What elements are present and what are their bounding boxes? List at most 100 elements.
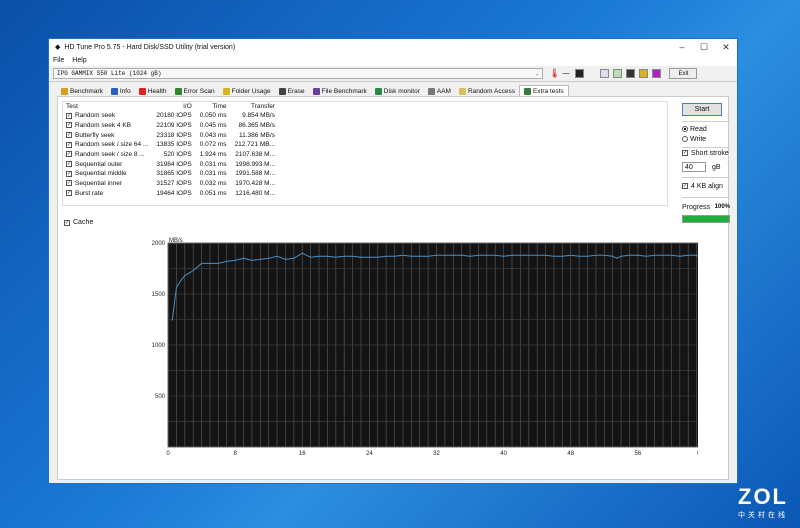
chevron-down-icon: ⌄ [535, 70, 539, 77]
y-tick-label: 1500 [152, 292, 166, 298]
checkbox-icon[interactable]: ✓ [66, 112, 72, 119]
tab-error-scan[interactable]: Error Scan [171, 87, 219, 95]
y-axis-unit: MB/s [169, 238, 183, 244]
maximize-button[interactable]: ☐ [693, 42, 715, 53]
cell: 20180 IOPS [156, 112, 192, 120]
table-row[interactable]: ✓ Sequential outer 31984 IOPS 0.031 ms 1998.… [62, 159, 279, 169]
checkbox-icon: ✓ [64, 219, 70, 226]
cell: 0.050 ms [199, 112, 227, 120]
tab-icon [427, 87, 435, 95]
cell: 0.045 ms [199, 122, 227, 130]
checkbox-icon[interactable]: ✓ [66, 141, 72, 148]
checkbox-icon[interactable]: ✓ [66, 170, 72, 177]
close-button[interactable]: ✕ [715, 42, 737, 53]
stroke-size-input[interactable]: 40 [682, 162, 706, 172]
cell: ✓ Sequential middle [66, 170, 127, 178]
menu-help[interactable]: Help [72, 57, 86, 64]
y-tick-label: 500 [155, 394, 166, 400]
tab-health[interactable]: Health [135, 87, 171, 95]
cell: 31527 IOPS [156, 180, 192, 188]
table-row[interactable]: ✓ Random seek 4 KB 22109 IOPS 0.045 ms 86.36… [62, 121, 279, 131]
table-row[interactable]: ✓ Sequential middle 31865 IOPS 0.031 ms 1991… [62, 169, 279, 179]
cache-checkbox[interactable]: ✓ Cache [64, 219, 93, 226]
table-row[interactable]: ✓ Random seek / size 8 ... 520 IOPS 1.924 m… [62, 150, 279, 160]
temperature-value: — [562, 70, 570, 77]
save-icon[interactable] [575, 69, 585, 78]
cell: 520 IOPS [163, 151, 192, 159]
cell: 1998.993 M... [235, 160, 275, 168]
read-radio[interactable]: Read [682, 126, 707, 133]
tab-benchmark[interactable]: Benchmark [57, 87, 107, 95]
y-tick-label: 1000 [152, 343, 166, 349]
cell: 212.721 MB... [234, 141, 275, 149]
copy-image-icon[interactable] [613, 69, 623, 78]
transfer-chart: 2000 1500 1000 500 0 8 16 24 32 40 48 56 64MB MB/s [152, 238, 698, 457]
cell: 0.072 ms [199, 141, 227, 149]
tab-erase[interactable]: Erase [275, 87, 309, 95]
checkbox-icon[interactable]: ✓ [66, 190, 72, 197]
checkbox-icon[interactable]: ✓ [66, 161, 72, 168]
start-button[interactable]: Start [682, 103, 722, 116]
tab-icon [110, 87, 118, 95]
cell: 1216.480 M... [235, 189, 275, 197]
cell: ✓ Butterfly seek [66, 131, 115, 139]
title-bar: ◆ HD Tune Pro 5.75 - Hard Disk/SSD Utili… [49, 39, 737, 55]
exit-button[interactable]: Exit [669, 68, 698, 79]
write-radio[interactable]: Write [682, 136, 706, 143]
4kb-align-checkbox[interactable]: ✓ 4 KB align [682, 183, 723, 190]
short-stroke-checkbox[interactable]: ✓ Short stroke [682, 150, 729, 157]
cell: 11.386 MB/s [238, 131, 275, 139]
cell: 19464 IOPS [156, 189, 192, 197]
col-io[interactable]: I/O [152, 101, 195, 111]
checkbox-icon[interactable]: ✓ [66, 151, 72, 158]
progress-bar [682, 215, 730, 223]
checkbox-icon[interactable]: ✓ [66, 122, 72, 129]
table-row[interactable]: ✓ Random seek / size 64 ... 13835 IOPS 0.07… [62, 140, 279, 150]
cell: 86.365 MB/s [238, 122, 276, 130]
download-icon[interactable] [652, 69, 662, 78]
x-tick-label: 24 [366, 451, 373, 457]
col-test[interactable]: Test [62, 101, 152, 111]
cell: 9.854 MB/s [242, 112, 275, 120]
table-row[interactable]: ✓ Butterfly seek 23318 IOPS 0.043 ms 11.386 … [62, 130, 279, 140]
minimize-button[interactable]: – [671, 42, 693, 53]
app-icon: ◆ [55, 44, 61, 51]
watermark-subtitle: 中关村在线 [738, 512, 788, 519]
checkbox-icon[interactable]: ✓ [66, 132, 72, 138]
checkbox-icon[interactable]: ✓ [66, 180, 72, 187]
cell: ✓ Sequential outer [66, 160, 123, 168]
tab-random-access[interactable]: Random Access [455, 87, 519, 95]
tab-icon [61, 87, 68, 95]
table-row[interactable]: ✓ Sequential inner 31527 IOPS 0.032 ms 1970.… [62, 179, 279, 189]
x-tick-label: 40 [500, 451, 507, 457]
tab-folder-usage[interactable]: Folder Usage [219, 87, 275, 95]
copy-text-icon[interactable] [600, 69, 610, 78]
tab-aam[interactable]: AAM [424, 87, 455, 95]
zol-watermark: ZOL 中关村在线 [738, 484, 788, 520]
x-tick-label: 8 [233, 451, 237, 457]
drive-select[interactable]: IPG GAMMIX S50 Lite (1024 gB) ⌄ [53, 68, 543, 79]
options-icon[interactable] [639, 69, 649, 78]
tab-info[interactable]: Info [107, 87, 135, 95]
cell: 13835 IOPS [156, 141, 192, 149]
tab-icon [278, 87, 286, 95]
cell: 0.051 ms [199, 189, 227, 197]
col-time[interactable]: Time [196, 101, 231, 111]
table-row[interactable]: ✓ Burst rate 19464 IOPS 0.051 ms 1216.480 M.… [62, 189, 279, 199]
table-row[interactable]: ✓ Random seek 20180 IOPS 0.050 ms 9.854 MB/s [62, 111, 279, 121]
cell: 1970.428 M... [235, 180, 275, 188]
menu-bar: File Help [49, 55, 737, 66]
tab-file-benchmark[interactable]: File Benchmark [309, 87, 371, 95]
window-title: HD Tune Pro 5.75 - Hard Disk/SSD Utility… [64, 43, 236, 51]
cell: ✓ Random seek / size 64 ... [66, 141, 149, 149]
x-tick-label: 64MB [697, 451, 698, 457]
screenshot-icon[interactable] [626, 69, 636, 78]
tab-icon [222, 87, 230, 95]
col-transfer[interactable]: Transfer [231, 101, 279, 111]
cell: 1.924 ms [199, 151, 227, 159]
extra-tests-panel: Test I/O Time Transfer ✓ Random seek 20180… [57, 96, 730, 480]
cell: ✓ Burst rate [66, 189, 104, 197]
menu-file[interactable]: File [53, 57, 64, 64]
tab-disk-monitor[interactable]: Disk monitor [371, 87, 424, 95]
results-table: Test I/O Time Transfer ✓ Random seek 20180… [62, 101, 279, 198]
